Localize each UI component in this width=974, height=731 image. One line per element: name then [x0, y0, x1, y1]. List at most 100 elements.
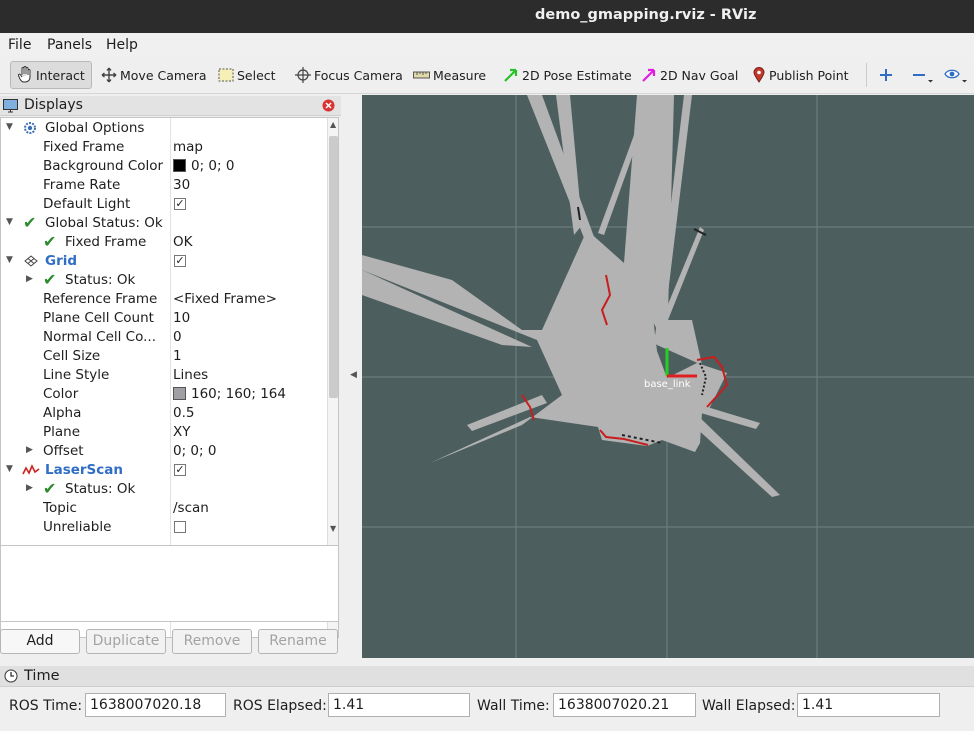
- select-label: Select: [237, 67, 276, 83]
- tree-label: Default Light: [43, 196, 131, 212]
- toolbar-separator: [866, 63, 867, 87]
- focus-camera-label: Focus Camera: [314, 67, 403, 83]
- chevron-right-icon[interactable]: ▶: [26, 483, 36, 495]
- tree-value[interactable]: map: [173, 139, 203, 155]
- tree-label: Fixed Frame: [43, 139, 125, 155]
- wall-elapsed-label: Wall Elapsed:: [702, 698, 796, 714]
- publish-point-tool-button[interactable]: Publish Point: [752, 61, 849, 89]
- remove-display-button[interactable]: Remove: [172, 629, 252, 654]
- plus-icon: [880, 69, 892, 81]
- tree-label: Fixed Frame: [65, 234, 147, 250]
- tree-row-unreliable[interactable]: Unreliable: [1, 518, 327, 537]
- wall-time-label: Wall Time:: [477, 698, 550, 714]
- grid-enabled-checkbox[interactable]: ✓: [174, 255, 186, 267]
- robot-frame-label: base_link: [644, 379, 691, 390]
- 2d-pose-estimate-tool-button[interactable]: 2D Pose Estimate: [503, 61, 632, 89]
- tree-row-global-options[interactable]: ▼ Global Options: [1, 119, 327, 138]
- occupancy-map: [362, 95, 780, 497]
- tree-row-cell-size[interactable]: Cell Size 1: [1, 347, 327, 366]
- tree-row-normal-cell-count[interactable]: Normal Cell Co... 0: [1, 328, 327, 347]
- tree-label: Background Color: [43, 158, 164, 174]
- chevron-right-icon[interactable]: ▶: [26, 274, 36, 286]
- rename-display-button[interactable]: Rename: [258, 629, 338, 654]
- interact-tool-button[interactable]: Interact: [10, 61, 92, 89]
- tree-label: Topic: [43, 500, 77, 516]
- tree-row-grid-status[interactable]: ▶ ✔ Status: Ok: [1, 270, 327, 290]
- tree-value[interactable]: 30: [173, 177, 190, 193]
- check-icon: ✔: [43, 232, 57, 251]
- chevron-right-icon[interactable]: ▶: [26, 445, 36, 457]
- tree-label: Unreliable: [43, 519, 112, 535]
- tree-row-plane-cell-count[interactable]: Plane Cell Count 10: [1, 309, 327, 328]
- laser-scan-icon: [22, 464, 40, 475]
- tree-row-laserscan[interactable]: ▼ LaserScan ✓: [1, 461, 327, 480]
- focus-camera-tool-button[interactable]: Focus Camera: [295, 61, 403, 89]
- color-swatch[interactable]: [173, 387, 186, 400]
- tree-row-frame-rate[interactable]: Frame Rate 30: [1, 176, 327, 195]
- render-viewport[interactable]: base_link: [362, 95, 974, 658]
- tree-value[interactable]: 0; 0; 0: [173, 443, 216, 459]
- laserscan-enabled-checkbox[interactable]: ✓: [174, 464, 186, 476]
- tree-value-color[interactable]: 160; 160; 164: [173, 386, 286, 402]
- menu-help[interactable]: Help: [106, 37, 138, 53]
- hand-cursor-icon: [17, 66, 31, 83]
- ros-elapsed-field[interactable]: 1.41: [328, 693, 470, 717]
- add-tool-button[interactable]: [879, 61, 893, 89]
- wall-elapsed-field[interactable]: 1.41: [797, 693, 940, 717]
- tree-value[interactable]: 0: [173, 329, 182, 345]
- add-display-button[interactable]: Add: [0, 629, 80, 654]
- property-description-box: [0, 545, 339, 622]
- tree-value[interactable]: Lines: [173, 367, 208, 383]
- tree-value[interactable]: 1: [173, 348, 182, 364]
- tree-value[interactable]: <Fixed Frame>: [173, 291, 277, 307]
- tree-row-grid[interactable]: ▼ Grid ✓: [1, 252, 327, 271]
- remove-tool-button[interactable]: [912, 61, 934, 89]
- tree-value[interactable]: 0.5: [173, 405, 194, 421]
- panel-splitter[interactable]: ◀: [344, 96, 362, 658]
- collapse-left-icon[interactable]: ◀: [350, 370, 357, 380]
- select-tool-button[interactable]: Select: [218, 61, 276, 89]
- tree-row-alpha[interactable]: Alpha 0.5: [1, 404, 327, 423]
- tree-label: Cell Size: [43, 348, 101, 364]
- tree-value[interactable]: 10: [173, 310, 190, 326]
- scroll-up-icon[interactable]: ▲: [330, 120, 336, 129]
- tree-row-plane[interactable]: Plane XY: [1, 423, 327, 442]
- chevron-down-icon[interactable]: ▼: [6, 217, 16, 229]
- wall-time-field[interactable]: 1638007020.21: [553, 693, 696, 717]
- eye-icon: [944, 69, 967, 83]
- menu-panels[interactable]: Panels: [47, 37, 92, 53]
- menu-file[interactable]: File: [8, 37, 31, 53]
- chevron-down-icon[interactable]: ▼: [6, 464, 16, 476]
- map-canvas[interactable]: base_link: [362, 95, 974, 658]
- tree-row-global-status[interactable]: ▼ ✔ Global Status: Ok: [1, 213, 327, 233]
- tree-row-background-color[interactable]: Background Color 0; 0; 0: [1, 157, 327, 176]
- unreliable-checkbox[interactable]: [174, 521, 186, 533]
- tree-label: Status: Ok: [65, 272, 136, 288]
- scroll-thumb[interactable]: [329, 136, 338, 398]
- tree-row-fixed-frame[interactable]: Fixed Frame map: [1, 138, 327, 157]
- duplicate-display-button[interactable]: Duplicate: [86, 629, 166, 654]
- ros-time-field[interactable]: 1638007020.18: [85, 693, 226, 717]
- tree-row-status-fixed-frame[interactable]: ✔ Fixed Frame OK: [1, 232, 327, 252]
- tree-row-default-light[interactable]: Default Light ✓: [1, 195, 327, 214]
- tree-value[interactable]: /scan: [173, 500, 209, 516]
- measure-tool-button[interactable]: Measure: [413, 61, 486, 89]
- view-options-button[interactable]: [944, 61, 970, 89]
- toolbar: Interact Move Camera Select Focus Camera…: [0, 57, 974, 94]
- default-light-checkbox[interactable]: ✓: [174, 198, 186, 210]
- move-camera-tool-button[interactable]: Move Camera: [101, 61, 207, 89]
- tree-value-color[interactable]: 0; 0; 0: [173, 158, 234, 174]
- close-icon[interactable]: [322, 99, 335, 112]
- tree-value[interactable]: XY: [173, 424, 191, 440]
- color-swatch[interactable]: [173, 159, 186, 172]
- tree-row-laserscan-status[interactable]: ▶ ✔ Status: Ok: [1, 479, 327, 499]
- chevron-down-icon[interactable]: ▼: [6, 255, 16, 267]
- tree-row-reference-frame[interactable]: Reference Frame <Fixed Frame>: [1, 290, 327, 309]
- chevron-down-icon[interactable]: ▼: [6, 122, 16, 134]
- 2d-nav-goal-tool-button[interactable]: 2D Nav Goal: [641, 61, 738, 89]
- tree-row-line-style[interactable]: Line Style Lines: [1, 366, 327, 385]
- tree-row-offset[interactable]: ▶ Offset 0; 0; 0: [1, 442, 327, 461]
- scroll-down-icon[interactable]: ▼: [330, 524, 336, 533]
- tree-row-color[interactable]: Color 160; 160; 164: [1, 385, 327, 404]
- tree-row-topic[interactable]: Topic /scan: [1, 499, 327, 518]
